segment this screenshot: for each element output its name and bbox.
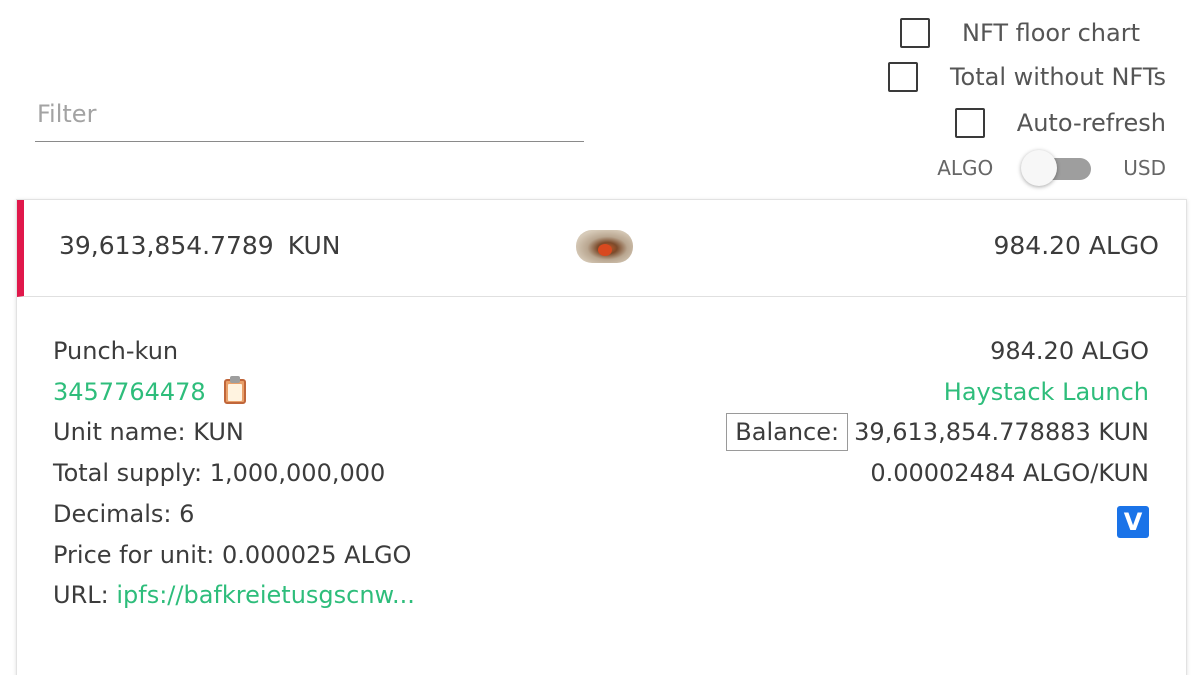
decimals: Decimals: 6 bbox=[53, 499, 195, 528]
balance-row: Balance: 39,613,854.778883 KUN bbox=[726, 412, 1149, 453]
url-link[interactable]: ipfs://bafkreietusgscnw... bbox=[116, 581, 415, 609]
nft-floor-chart-checkbox[interactable] bbox=[900, 18, 930, 48]
url-row: URL: ipfs://bafkreietusgscnw... bbox=[53, 575, 415, 616]
header-value: 984.20 ALGO bbox=[993, 231, 1159, 260]
asset-details: Punch-kun 3457764478 Unit name: KUN Tota… bbox=[53, 331, 415, 616]
asset-id-row: 3457764478 bbox=[53, 372, 415, 413]
haystack-launch-link[interactable]: Haystack Launch bbox=[944, 378, 1149, 406]
balance-label: Balance: bbox=[726, 413, 849, 452]
nft-floor-chart-option[interactable]: NFT floor chart bbox=[900, 18, 1140, 48]
portfolio-page: NFT floor chart Total without NFTs Auto-… bbox=[0, 0, 1200, 675]
asset-value-algo: 984.20 ALGO bbox=[990, 337, 1149, 365]
currency-algo-label: ALGO bbox=[937, 156, 994, 180]
auto-refresh-label: Auto-refresh bbox=[1016, 109, 1166, 137]
total-without-nfts-checkbox[interactable] bbox=[887, 62, 918, 92]
total-supply: Total supply: 1,000,000,000 bbox=[53, 459, 386, 488]
price-for-unit: Price for unit: 0.000025 ALGO bbox=[53, 540, 412, 569]
header-amount-value: 39,613,854.7789 bbox=[59, 231, 274, 260]
filter-input[interactable] bbox=[35, 92, 584, 136]
unit-name: Unit name: KUN bbox=[53, 418, 244, 447]
total-without-nfts-label: Total without NFTs bbox=[949, 63, 1166, 91]
price-per-unit: 0.00002484 ALGO/KUN bbox=[870, 459, 1149, 488]
nft-floor-chart-label: NFT floor chart bbox=[962, 19, 1140, 47]
asset-card: 39,613,854.7789 KUN 984.20 ALGO Punch-kun… bbox=[16, 199, 1187, 675]
balance-value: 39,613,854.778883 KUN bbox=[854, 418, 1149, 447]
currency-usd-label: USD bbox=[1123, 156, 1166, 180]
clipboard-icon[interactable] bbox=[223, 375, 246, 404]
filter-field bbox=[35, 92, 584, 142]
url-label: URL: bbox=[53, 581, 109, 610]
switch-thumb[interactable] bbox=[1021, 150, 1058, 186]
asset-name: Punch-kun bbox=[53, 337, 179, 365]
header-unit: KUN bbox=[287, 231, 341, 260]
asset-id-link[interactable]: 3457764478 bbox=[53, 378, 206, 406]
auto-refresh-option[interactable]: Auto-refresh bbox=[954, 108, 1166, 138]
asset-card-body: Punch-kun 3457764478 Unit name: KUN Tota… bbox=[17, 297, 1186, 675]
asset-thumbnail bbox=[576, 230, 633, 263]
total-without-nfts-option[interactable]: Total without NFTs bbox=[887, 62, 1166, 92]
currency-toggle: ALGO USD bbox=[937, 150, 1166, 186]
asset-card-header[interactable]: 39,613,854.7789 KUN 984.20 ALGO bbox=[17, 200, 1186, 297]
vestige-icon[interactable]: V bbox=[1117, 505, 1149, 538]
currency-switch[interactable] bbox=[1021, 150, 1092, 186]
auto-refresh-checkbox[interactable] bbox=[954, 108, 985, 138]
asset-value-details: 984.20 ALGO Haystack Launch Balance: 39,6… bbox=[726, 331, 1149, 538]
header-amount: 39,613,854.7789 KUN bbox=[59, 231, 340, 260]
